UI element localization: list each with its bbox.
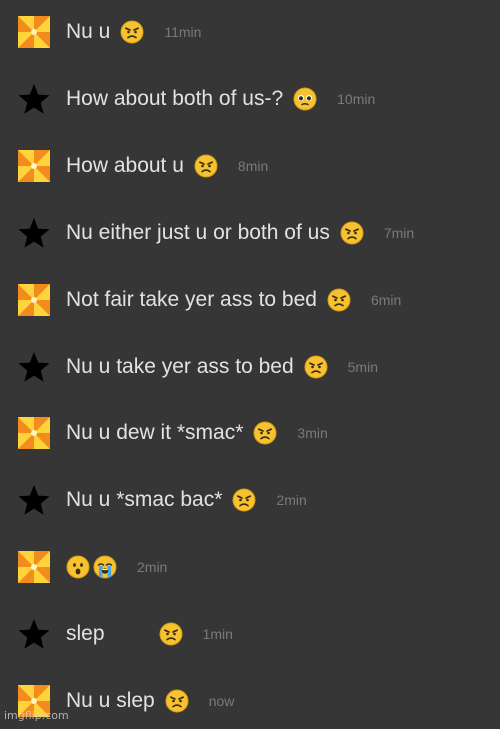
chat-message-row: How about both of us-? 10min [0, 71, 500, 127]
watermark: imgflip.com [4, 709, 69, 722]
surprised-face-icon [66, 555, 90, 579]
message-text: How about both of us-? [66, 86, 284, 110]
message-content: 2min [66, 555, 167, 579]
message-text: Nu u dew it *smac* [66, 421, 244, 445]
message-text: Nu u slep [66, 689, 155, 712]
pinwheel-icon [18, 551, 50, 583]
chat-message-row: Nu either just u or both of us 7min [0, 205, 500, 261]
star-icon [18, 83, 50, 115]
angry-face-icon [120, 20, 144, 44]
pinwheel-icon [18, 150, 50, 182]
message-timestamp: 5min [347, 358, 378, 375]
message-content: Nu either just u or both of us 7min [66, 221, 414, 245]
angry-face-icon [327, 288, 351, 312]
star-icon [18, 618, 50, 650]
message-timestamp: 2min [137, 559, 168, 576]
star-icon [18, 484, 50, 516]
message-text: Nu u *smac bac* [66, 488, 223, 512]
angry-face-icon [159, 622, 183, 646]
message-content: slep 1min [66, 622, 233, 646]
chat-message-row: Not fair take yer ass to bed 6min [0, 272, 500, 328]
message-text: Nu either just u or both of us [66, 220, 330, 244]
message-timestamp: 8min [237, 157, 269, 174]
chat-message-row: How about u 8min [0, 138, 500, 194]
message-text: Nu u take yer ass to bed [66, 354, 294, 378]
angry-face-icon [304, 355, 328, 379]
pinwheel-icon [18, 284, 50, 316]
message-timestamp: 6min [370, 291, 402, 308]
angry-face-icon [253, 421, 277, 445]
message-content: Nu u slep now [66, 689, 234, 713]
chat-message-row: 2min [0, 539, 500, 595]
message-timestamp: 2min [276, 492, 307, 509]
message-timestamp: 7min [383, 224, 415, 241]
message-timestamp: now [208, 693, 235, 709]
message-content: Nu u take yer ass to bed 5min [66, 355, 378, 379]
message-text: How about u [66, 153, 184, 177]
chat-message-row: Nu u 11min [0, 4, 500, 60]
message-content: Nu u 11min [66, 20, 201, 44]
message-text: Not fair take yer ass to bed [66, 287, 317, 311]
message-timestamp: 10min [337, 90, 376, 107]
pinwheel-icon [18, 16, 50, 48]
angry-face-icon [194, 154, 218, 178]
angry-face-icon [340, 221, 364, 245]
message-content: How about both of us-? 10min [66, 87, 375, 111]
chat-message-row: slep 1min [0, 606, 500, 662]
message-content: How about u 8min [66, 154, 268, 178]
pinwheel-icon [18, 417, 50, 449]
message-timestamp: 11min [164, 24, 202, 40]
crying-face-icon [93, 555, 117, 579]
message-text: Nu u [66, 20, 111, 43]
message-content: Nu u dew it *smac* 3min [66, 421, 328, 445]
chat-message-row: Nu u *smac bac* 2min [0, 472, 500, 528]
chat-message-row: Nu u take yer ass to bed 5min [0, 339, 500, 395]
angry-face-icon [165, 689, 189, 713]
star-icon [18, 351, 50, 383]
message-timestamp: 1min [202, 626, 233, 643]
message-content: Nu u *smac bac* 2min [66, 488, 307, 512]
message-timestamp: 3min [297, 425, 328, 442]
chat-message-row: Nu u dew it *smac* 3min [0, 405, 500, 461]
message-text: slep [66, 622, 105, 646]
message-content: Not fair take yer ass to bed 6min [66, 288, 401, 312]
chat-message-row: Nu u slep now [0, 673, 500, 729]
angry-face-icon [232, 488, 256, 512]
pleading-face-icon [293, 87, 317, 111]
chat-feed: Nu u 11min How about both of us-? 10min How … [0, 0, 500, 724]
star-icon [18, 217, 50, 249]
